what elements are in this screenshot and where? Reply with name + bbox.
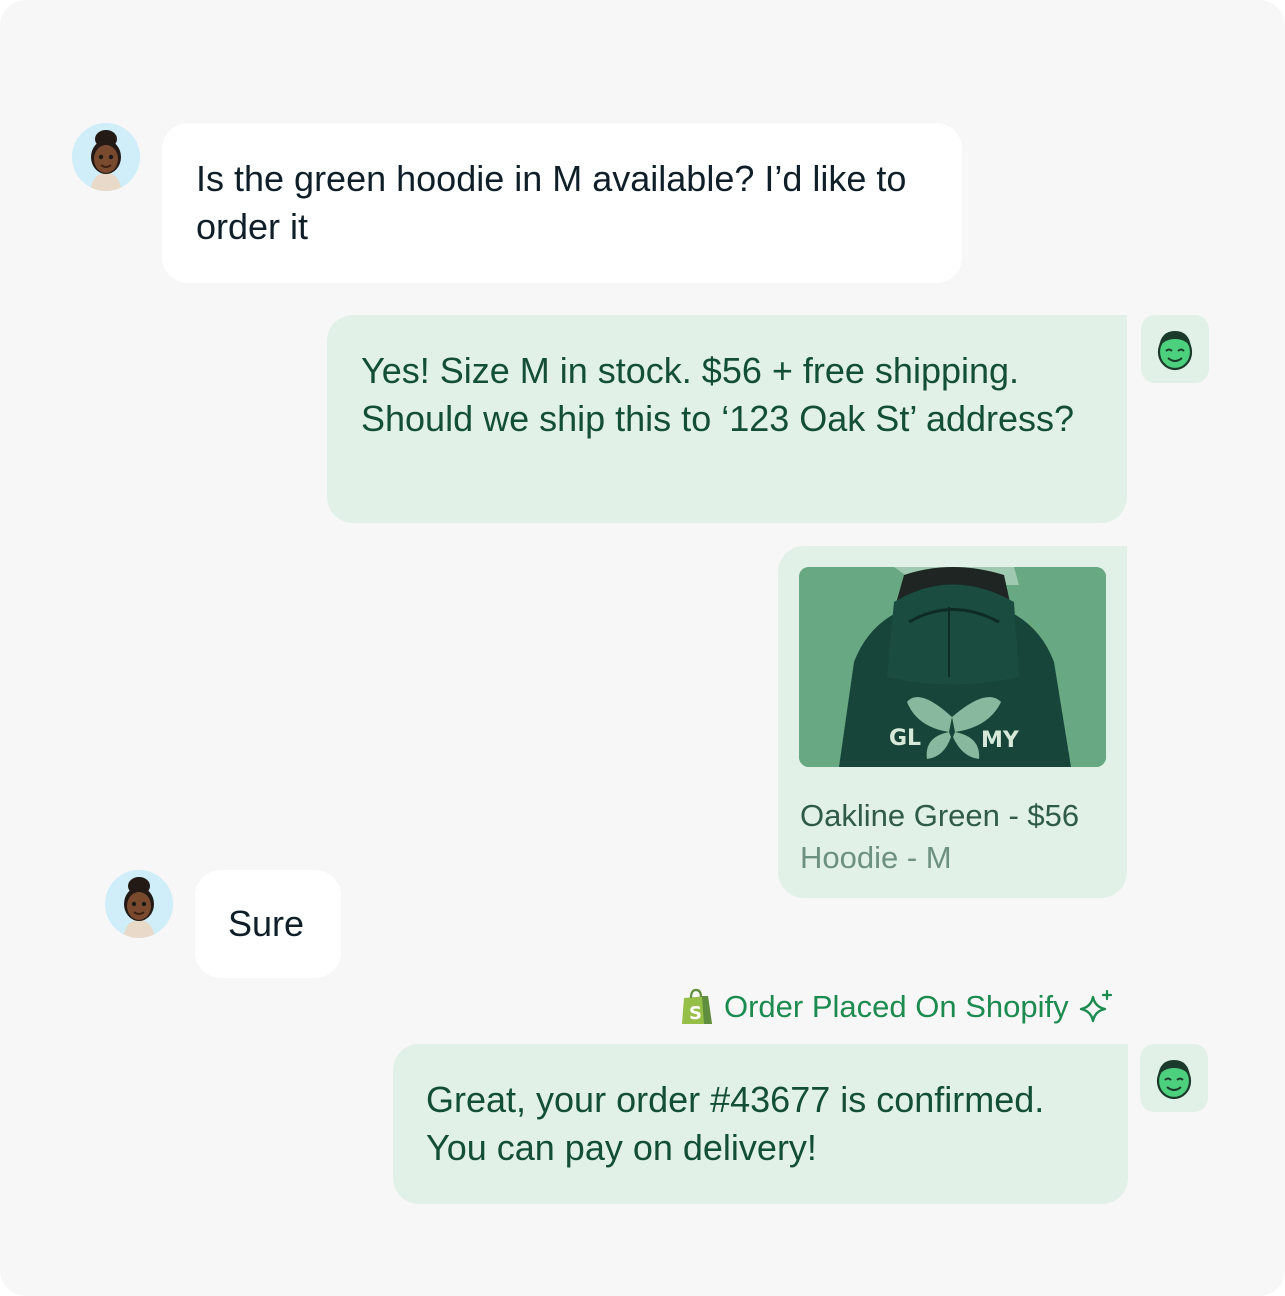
- customer-message: Is the green hoodie in M available? I’d …: [162, 123, 962, 283]
- sparkle-icon: [1079, 989, 1112, 1023]
- bot-message: Yes! Size M in stock. $56 + free shippin…: [327, 315, 1127, 523]
- bot-face-icon: [1157, 331, 1193, 371]
- product-subtitle: Hoodie - M: [800, 840, 952, 875]
- shopify-bag-icon: S: [682, 988, 712, 1024]
- bot-avatar: [1140, 1044, 1208, 1112]
- product-card[interactable]: GL MY Oakline Green - $56 Hoodie - M: [778, 546, 1127, 898]
- product-image: GL MY: [799, 567, 1106, 767]
- bot-message: Great, your order #43677 is confirmed. Y…: [393, 1044, 1128, 1204]
- message-text: Sure: [228, 903, 305, 944]
- shopify-order-note: S Order Placed On Shopify: [680, 985, 1115, 1029]
- customer-avatar-icon: [105, 870, 173, 938]
- customer-avatar: [72, 123, 140, 191]
- bot-avatar: [1141, 315, 1209, 383]
- svg-text:MY: MY: [981, 728, 1020, 753]
- message-text: Yes! Size M in stock. $56 + free shippin…: [361, 350, 1075, 439]
- print-text: GL: [889, 726, 921, 751]
- product-title: Oakline Green - $56: [800, 798, 1080, 833]
- bot-face-icon: [1156, 1060, 1192, 1100]
- customer-message: Sure: [195, 870, 341, 978]
- customer-avatar-icon: [72, 123, 140, 191]
- message-text: Is the green hoodie in M available? I’d …: [196, 158, 907, 247]
- chat-window: Is the green hoodie in M available? I’d …: [0, 0, 1285, 1296]
- message-text: Great, your order #43677 is confirmed. Y…: [426, 1079, 1045, 1168]
- shopify-note-text: Order Placed On Shopify: [724, 989, 1069, 1024]
- customer-avatar: [105, 870, 173, 938]
- svg-text:S: S: [689, 1003, 702, 1024]
